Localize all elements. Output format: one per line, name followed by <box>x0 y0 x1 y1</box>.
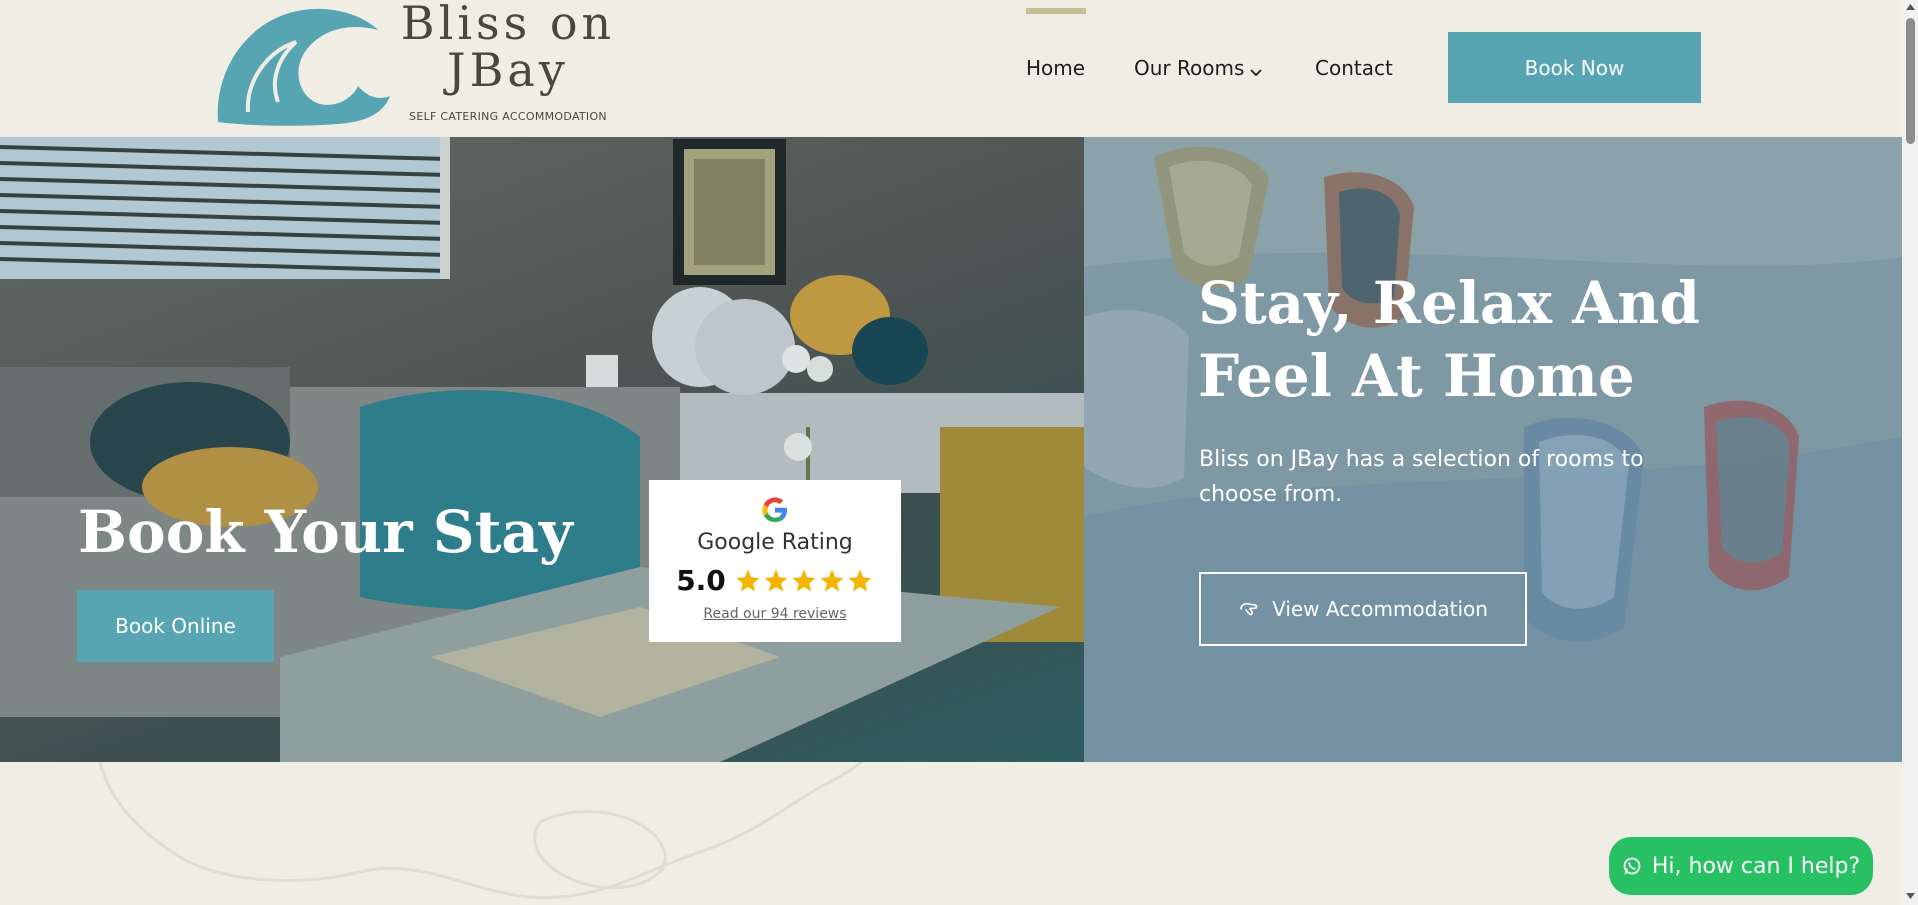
star-icon <box>792 569 816 591</box>
star-icon <box>848 569 872 591</box>
rating-row: 5.0 <box>649 564 901 597</box>
chat-button-label: Hi, how can I help? <box>1651 853 1861 879</box>
hand-pointer-icon <box>1238 599 1260 619</box>
hero-left-panel: Book Your Stay Book Online Google Rating… <box>0 137 1084 762</box>
logo-title: Bliss on JBay <box>400 0 616 97</box>
hero-section: Book Your Stay Book Online Google Rating… <box>0 137 1902 762</box>
site-header: Bliss on JBay SELF CATERING ACCOMMODATIO… <box>0 0 1902 137</box>
logo-tagline: SELF CATERING ACCOMMODATION <box>409 110 607 123</box>
google-g-icon <box>762 497 787 522</box>
star-icon <box>820 569 844 591</box>
book-your-stay-heading: Book Your Stay <box>78 498 573 566</box>
nav-item-home[interactable]: Home <box>1026 56 1085 80</box>
star-icon <box>764 569 788 591</box>
google-rating-card[interactable]: Google Rating 5.0 Read our 94 reviews <box>649 480 901 642</box>
hero-description: Bliss on JBay has a selection of rooms t… <box>1199 447 1644 507</box>
page-scrollbar[interactable] <box>1902 0 1918 905</box>
hero-right-panel: Stay, Relax And Feel At Home Bliss on JB… <box>1084 137 1902 762</box>
star-rating <box>734 568 874 594</box>
chevron-down-icon <box>1250 58 1263 82</box>
nav-item-contact[interactable]: Contact <box>1315 56 1393 80</box>
living-room-photo <box>0 137 1084 762</box>
scroll-down-arrow-icon[interactable] <box>1906 893 1915 899</box>
nav-active-indicator <box>1026 8 1086 14</box>
whatsapp-icon <box>1622 856 1642 876</box>
nav-item-our-rooms-label: Our Rooms <box>1134 56 1245 80</box>
whatsapp-chat-button[interactable]: Hi, how can I help? <box>1609 837 1873 895</box>
scrollbar-thumb[interactable] <box>1906 18 1915 144</box>
read-reviews-link[interactable]: Read our 94 reviews <box>649 606 901 622</box>
view-accommodation-button[interactable]: View Accommodation <box>1199 572 1527 646</box>
site-logo[interactable]: Bliss on JBay SELF CATERING ACCOMMODATIO… <box>208 0 611 132</box>
view-accommodation-label: View Accommodation <box>1272 597 1488 621</box>
star-icon <box>736 569 760 591</box>
rating-title: Google Rating <box>697 530 853 555</box>
wave-icon <box>217 8 390 126</box>
nav-item-our-rooms[interactable]: Our Rooms <box>1134 56 1263 82</box>
book-online-button[interactable]: Book Online <box>77 590 274 662</box>
book-now-button[interactable]: Book Now <box>1448 32 1701 103</box>
stay-relax-heading: Stay, Relax And Feel At Home <box>1198 269 1701 410</box>
scroll-up-arrow-icon[interactable] <box>1906 4 1915 10</box>
rating-score: 5.0 <box>676 564 726 597</box>
